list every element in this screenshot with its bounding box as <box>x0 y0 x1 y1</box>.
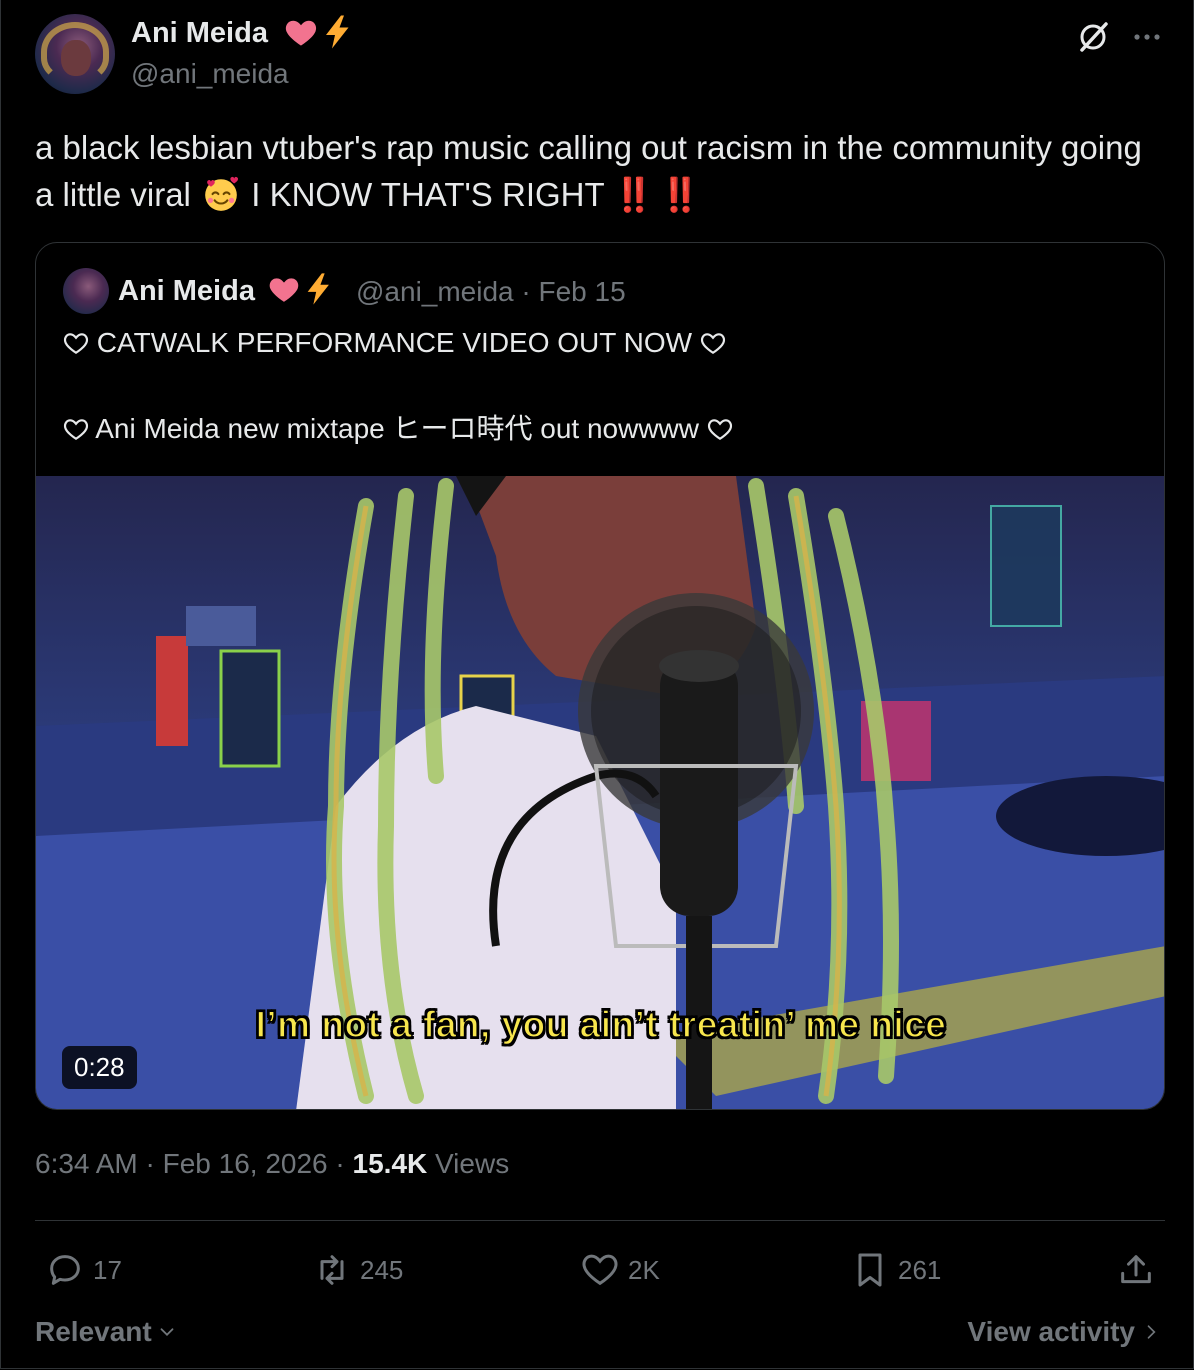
quote-line-1: CATWALK PERFORMANCE VIDEO OUT NOW <box>63 327 726 359</box>
video-caption: I’m not a fan, you ain’t treatin’ me nic… <box>255 1003 947 1046</box>
lightning-icon <box>307 273 329 305</box>
share-button[interactable] <box>1116 1250 1156 1290</box>
pink-heart-icon <box>285 20 317 46</box>
pink-heart-icon <box>269 278 299 302</box>
author-badges <box>283 14 356 50</box>
author-avatar[interactable] <box>35 14 115 94</box>
heart-outline-icon <box>700 333 725 355</box>
video-duration: 0:28 <box>62 1046 137 1089</box>
sort-replies-dropdown[interactable]: Relevant <box>35 1316 178 1348</box>
chevron-down-icon <box>160 1328 174 1337</box>
author-handle[interactable]: @ani_meida <box>131 58 289 90</box>
heart-icon <box>582 1254 618 1286</box>
lightning-icon <box>326 15 349 49</box>
views-count: 15.4K <box>352 1148 428 1179</box>
quote-avatar[interactable] <box>63 268 109 314</box>
like-button[interactable]: 2K <box>580 1250 660 1290</box>
bookmark-button[interactable]: 261 <box>850 1250 941 1290</box>
reply-button[interactable]: 17 <box>45 1250 122 1290</box>
double-exclamation-emoji: ‼️ ‼️ <box>613 176 700 213</box>
author-name[interactable]: Ani Meida <box>131 17 268 50</box>
chevron-right-icon <box>1147 1325 1156 1339</box>
view-activity-link[interactable]: View activity <box>967 1316 1161 1348</box>
tweet-text: a black lesbian vtuber's rap music calli… <box>35 124 1165 218</box>
tweet-meta: 6:34 AM · Feb 16, 2026 · 15.4K Views <box>35 1148 509 1180</box>
quote-line-2-text: Ani Meida new mixtape ヒーロ時代 out nowwww <box>95 413 699 444</box>
heart-outline-icon <box>63 333 89 355</box>
repost-count: 245 <box>360 1254 404 1285</box>
timestamp[interactable]: 6:34 AM · Feb 16, 2026 · <box>35 1148 353 1179</box>
heart-outline-icon <box>63 419 89 441</box>
video-player[interactable]: I’m not a fan, you ain’t treatin’ me nic… <box>36 476 1164 1109</box>
quoted-tweet[interactable]: Ani Meida @ani_meida · Feb 15 CATWALK PE… <box>35 242 1165 1110</box>
repost-icon <box>320 1255 344 1285</box>
like-count: 2K <box>628 1254 660 1285</box>
repost-button[interactable]: 245 <box>312 1250 403 1290</box>
divider <box>35 1220 1165 1221</box>
share-icon <box>1121 1255 1151 1284</box>
heart-outline-icon <box>707 419 732 441</box>
grok-icon[interactable] <box>1076 20 1110 54</box>
bookmark-icon <box>858 1253 882 1287</box>
quote-author-name: Ani Meida <box>118 275 255 307</box>
quote-line-2: Ani Meida new mixtape ヒーロ時代 out nowwww <box>63 407 733 447</box>
sort-label: Relevant <box>35 1316 152 1347</box>
quote-badges <box>267 272 336 306</box>
bookmark-count: 261 <box>898 1254 942 1285</box>
smiling-face-hearts-emoji-icon <box>205 176 239 211</box>
more-options-icon[interactable] <box>1128 20 1166 54</box>
view-activity-label: View activity <box>967 1316 1135 1347</box>
reply-count: 17 <box>93 1254 122 1285</box>
quote-line-1-text: CATWALK PERFORMANCE VIDEO OUT NOW <box>96 327 693 358</box>
views-label: Views <box>427 1148 510 1179</box>
reply-icon <box>50 1255 80 1285</box>
tweet-text-part2: I KNOW THAT'S RIGHT <box>242 176 614 213</box>
quote-handle-date: @ani_meida · Feb 15 <box>356 276 626 307</box>
